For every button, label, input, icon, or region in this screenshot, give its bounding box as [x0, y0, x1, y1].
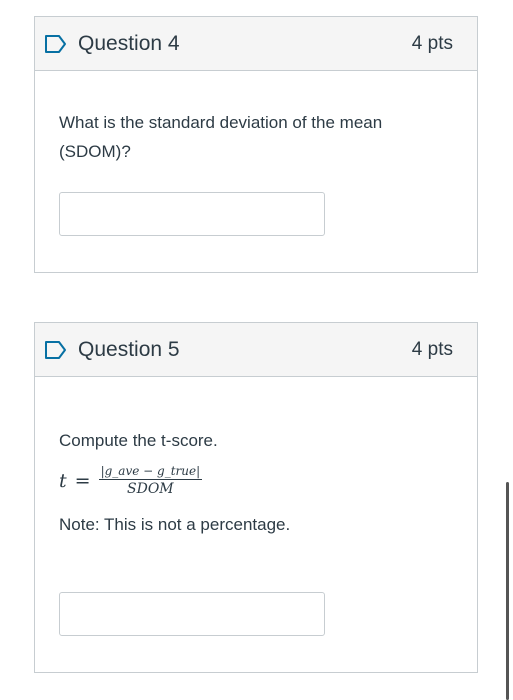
formula-fraction: |g_ave − g_true| SDOM [98, 464, 203, 497]
question-points: 4 pts [411, 338, 453, 360]
answer-input[interactable] [59, 592, 325, 636]
question-text: What is the standard deviation of the me… [59, 113, 383, 161]
question-points: 4 pts [411, 32, 453, 54]
question-title: Question 5 [78, 337, 180, 361]
question-title-wrap: Question 5 [44, 338, 180, 362]
formula-denominator: SDOM [127, 481, 174, 497]
answer-input[interactable] [59, 192, 325, 236]
flag-icon[interactable] [44, 340, 68, 360]
formula-lhs: t [59, 469, 67, 492]
question-title-wrap: Question 4 [44, 32, 180, 56]
formula-equals: = [74, 469, 91, 492]
question-4-card: Question 4 4 pts What is the standard de… [34, 16, 478, 273]
formula-numerator: |g_ave − g_true| [98, 464, 203, 480]
t-score-formula: t = |g_ave − g_true| SDOM [59, 464, 453, 497]
question-body: Compute the t-score. t = |g_ave − g_true… [35, 426, 477, 539]
scrollbar[interactable] [506, 482, 509, 700]
question-note: Note: This is not a percentage. [59, 515, 291, 534]
flag-icon[interactable] [44, 34, 68, 54]
question-body: What is the standard deviation of the me… [35, 108, 477, 166]
question-text: Compute the t-score. [59, 431, 218, 450]
quiz-page: Question 4 4 pts What is the standard de… [0, 0, 513, 700]
question-header: Question 5 4 pts [35, 323, 477, 377]
question-title: Question 4 [78, 31, 180, 55]
question-header: Question 4 4 pts [35, 17, 477, 71]
question-5-card: Question 5 4 pts Compute the t-score. t … [34, 322, 478, 673]
